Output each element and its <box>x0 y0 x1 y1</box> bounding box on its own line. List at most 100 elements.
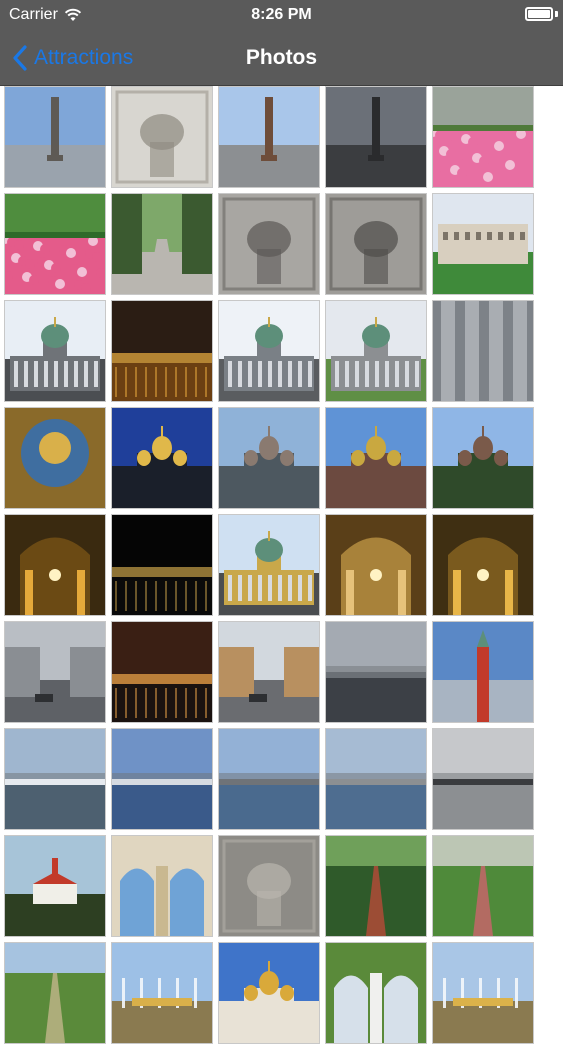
photo-thumbnail-nevsky-day[interactable] <box>218 621 320 723</box>
photo-image <box>326 622 426 722</box>
photo-thumbnail-nevsky-night[interactable] <box>111 621 213 723</box>
photo-thumbnail-duma-tower[interactable] <box>432 621 534 723</box>
photo-thumbnail-dark-column[interactable] <box>325 86 427 188</box>
back-button[interactable]: Attractions <box>12 30 133 86</box>
photo-image <box>326 515 426 615</box>
photo-thumbnail-columns-closeup[interactable] <box>432 300 534 402</box>
photo-image <box>112 943 212 1043</box>
photo-thumbnail-samson-fountain[interactable] <box>432 942 534 1044</box>
battery-icon <box>525 7 553 21</box>
photo-thumbnail-battle-relief[interactable] <box>218 835 320 937</box>
photo-thumbnail-kazan-front[interactable] <box>325 300 427 402</box>
photo-image <box>326 87 426 187</box>
photo-thumbnail-park-pond[interactable] <box>325 835 427 937</box>
photo-thumbnail-cruise-ship[interactable] <box>4 728 106 830</box>
photo-thumbnail-night-embankment[interactable] <box>111 300 213 402</box>
photo-thumbnail-peterhof-lawn[interactable] <box>4 942 106 1044</box>
photo-image <box>326 943 426 1043</box>
photo-thumbnail-ceiling-fresco[interactable] <box>4 407 106 509</box>
photo-image <box>219 729 319 829</box>
photo-image <box>219 87 319 187</box>
back-button-label: Attractions <box>34 46 134 69</box>
photo-image <box>433 301 533 401</box>
photo-image <box>112 87 212 187</box>
photo-thumbnail-spilled-blood-night[interactable] <box>111 407 213 509</box>
battery-fill <box>528 10 550 18</box>
photo-image <box>326 729 426 829</box>
photo-thumbnail-white-pavilion[interactable] <box>325 942 427 1044</box>
photo-image <box>5 729 105 829</box>
photo-image <box>5 515 105 615</box>
photo-thumbnail-isaac-interior[interactable] <box>325 514 427 616</box>
photo-image <box>5 87 105 187</box>
photo-thumbnail-river-cloudy[interactable] <box>325 621 427 723</box>
photo-image <box>5 408 105 508</box>
photo-thumbnail-fountain-night[interactable] <box>111 514 213 616</box>
photo-image <box>5 943 105 1043</box>
photo-thumbnail-embankment-river[interactable] <box>325 728 427 830</box>
photo-image <box>112 194 212 294</box>
photo-thumbnail-spilled-blood-day[interactable] <box>325 407 427 509</box>
photo-grid <box>4 86 540 1044</box>
photo-image <box>219 515 319 615</box>
photo-image <box>433 515 533 615</box>
photo-image <box>433 408 533 508</box>
photo-thumbnail-street-cars[interactable] <box>4 621 106 723</box>
photo-image <box>5 836 105 936</box>
photo-image <box>112 515 212 615</box>
photo-thumbnail-golden-domes[interactable] <box>218 942 320 1044</box>
photo-image <box>219 408 319 508</box>
photo-image <box>5 622 105 722</box>
photo-image <box>433 729 533 829</box>
photo-thumbnail-bridge-neva[interactable] <box>218 728 320 830</box>
photo-thumbnail-golden-interior[interactable] <box>4 514 106 616</box>
battery-tip <box>555 11 558 17</box>
photo-image <box>112 622 212 722</box>
photo-thumbnail-alexander-column[interactable] <box>218 86 320 188</box>
status-bar: Carrier 8:26 PM <box>0 0 563 30</box>
photo-image <box>5 301 105 401</box>
photo-image <box>219 836 319 936</box>
photo-thumbnail-tulips[interactable] <box>4 193 106 295</box>
photo-image <box>219 301 319 401</box>
chevron-left-icon <box>12 44 28 72</box>
photo-image <box>433 836 533 936</box>
photo-thumbnail-relief-stone[interactable] <box>111 86 213 188</box>
photo-image <box>112 836 212 936</box>
photo-image <box>219 943 319 1043</box>
photo-thumbnail-skull-relief[interactable] <box>325 193 427 295</box>
photo-thumbnail-spilled-blood-trees[interactable] <box>432 407 534 509</box>
photo-image <box>219 194 319 294</box>
photo-image <box>326 301 426 401</box>
photo-image <box>433 943 533 1043</box>
photo-thumbnail-alley[interactable] <box>111 193 213 295</box>
status-time: 8:26 PM <box>251 6 312 23</box>
photo-thumbnail-flower-garden[interactable] <box>432 86 534 188</box>
photo-image <box>433 622 533 722</box>
photo-image <box>112 408 212 508</box>
photo-image <box>112 729 212 829</box>
photo-thumbnail-rotunda-arches[interactable] <box>111 835 213 937</box>
photo-image <box>5 194 105 294</box>
photo-thumbnail-kazan-dome[interactable] <box>218 300 320 402</box>
photo-image <box>433 194 533 294</box>
photo-thumbnail-canal-church[interactable] <box>218 407 320 509</box>
photo-image <box>219 622 319 722</box>
photo-thumbnail-kazan-colonnade[interactable] <box>4 300 106 402</box>
photo-thumbnail-palace-lawn[interactable] <box>432 193 534 295</box>
photo-thumbnail-isaac-cathedral[interactable] <box>218 514 320 616</box>
photo-image <box>433 87 533 187</box>
photo-thumbnail-red-castle[interactable] <box>4 835 106 937</box>
photo-thumbnail-neva-blue[interactable] <box>111 728 213 830</box>
photo-image <box>112 301 212 401</box>
photo-thumbnail-skeleton-relief[interactable] <box>218 193 320 295</box>
photo-thumbnail-flower-path[interactable] <box>432 835 534 937</box>
photo-thumbnail-grey-river[interactable] <box>432 728 534 830</box>
photo-image <box>326 194 426 294</box>
photo-thumbnail-peterhof-fountain[interactable] <box>111 942 213 1044</box>
photo-image <box>326 408 426 508</box>
photo-thumbnail-gilded-hall[interactable] <box>432 514 534 616</box>
photo-image <box>326 836 426 936</box>
navigation-bar: Attractions Photos <box>0 30 563 86</box>
photo-thumbnail-column-sky[interactable] <box>4 86 106 188</box>
